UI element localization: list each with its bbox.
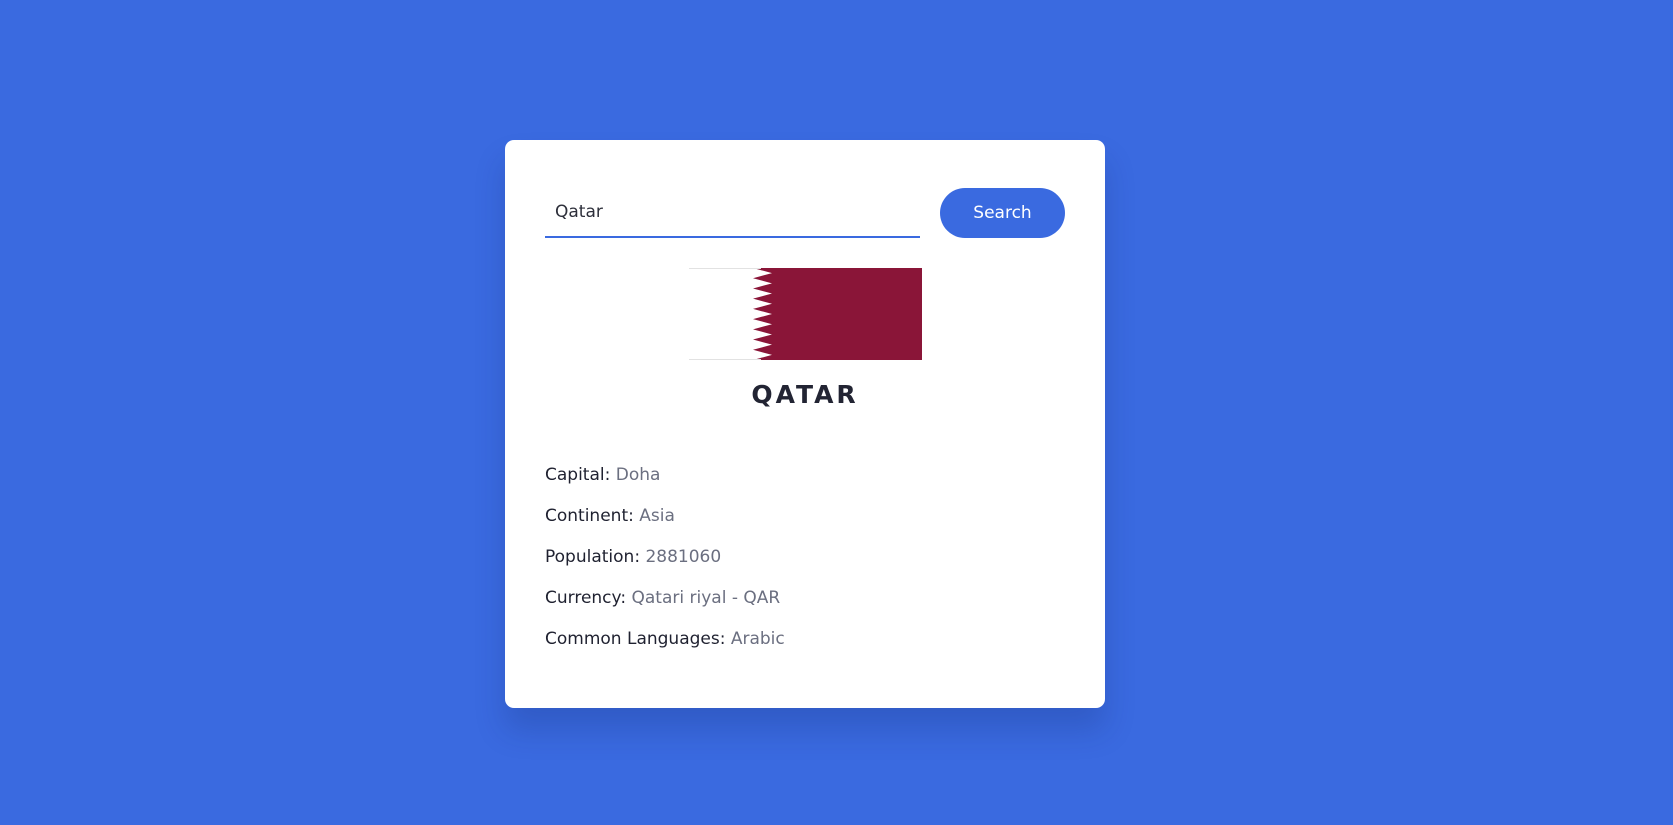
detail-label: Continent:	[545, 506, 634, 526]
detail-value: Asia	[639, 506, 675, 526]
search-bar: Search	[545, 188, 1065, 238]
detail-label: Common Languages:	[545, 629, 726, 649]
detail-label: Population:	[545, 547, 641, 567]
detail-value: Qatari riyal - QAR	[631, 588, 781, 608]
search-input[interactable]	[545, 188, 920, 238]
detail-population: Population: 2881060	[545, 546, 1065, 587]
country-name: QATAR	[751, 380, 859, 409]
detail-capital: Capital: Doha	[545, 464, 1065, 505]
detail-value: Doha	[615, 465, 661, 485]
country-details: Capital: Doha Continent: Asia Population…	[545, 464, 1065, 669]
detail-continent: Continent: Asia	[545, 505, 1065, 546]
detail-label: Capital:	[545, 465, 611, 485]
detail-value: 2881060	[645, 547, 722, 567]
detail-label: Currency:	[545, 588, 627, 608]
country-card: Search QATAR Capital: Doha Continent: As…	[505, 140, 1105, 708]
search-button[interactable]: Search	[940, 188, 1065, 238]
detail-value: Arabic	[730, 629, 785, 649]
qatar-flag-icon	[688, 268, 922, 360]
detail-languages: Common Languages: Arabic	[545, 628, 1065, 669]
detail-currency: Currency: Qatari riyal - QAR	[545, 587, 1065, 628]
